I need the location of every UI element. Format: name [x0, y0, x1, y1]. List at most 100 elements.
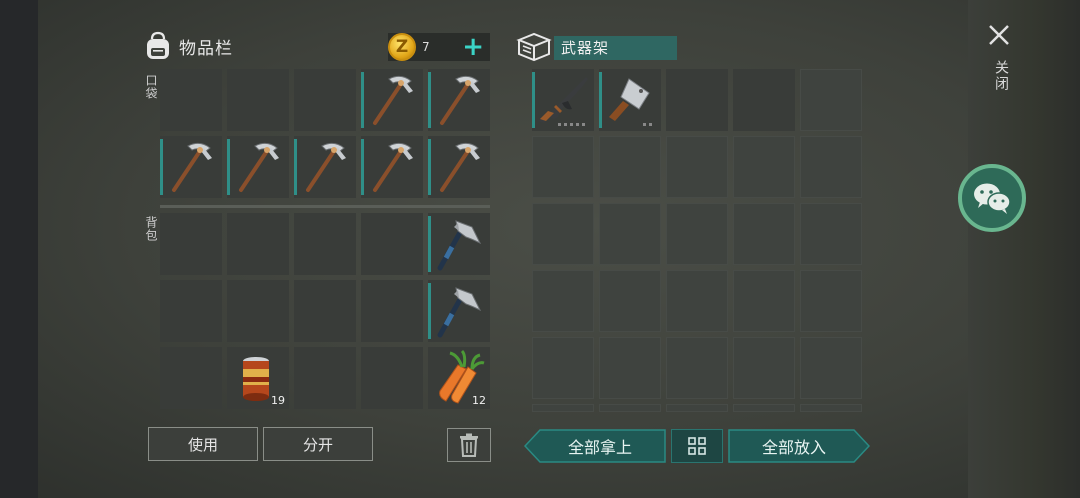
- backpack-grid: 19 12: [160, 213, 490, 409]
- backpack-slot-empty[interactable]: [294, 213, 356, 275]
- pocket-grid: [160, 69, 490, 203]
- crate-icon: [516, 32, 552, 62]
- rack-slot-locked[interactable]: [532, 337, 594, 399]
- backpack-slot-hatchet[interactable]: [428, 213, 490, 275]
- cleaver-icon: [609, 78, 652, 126]
- pickaxe-icon: [239, 142, 279, 192]
- rack-slot-locked[interactable]: [800, 203, 862, 265]
- pocket-slot-pickaxe[interactable]: [361, 136, 423, 198]
- rack-slot-locked[interactable]: [599, 404, 661, 412]
- rack-slot-locked[interactable]: [599, 337, 661, 399]
- rack-slot-locked[interactable]: [733, 136, 795, 198]
- add-coins-button[interactable]: +: [462, 32, 484, 62]
- split-button[interactable]: 分开: [263, 427, 373, 461]
- left-edge: [0, 0, 38, 498]
- close-button[interactable]: [986, 22, 1012, 48]
- hatchet-icon: [437, 287, 482, 338]
- pocket-slot-pickaxe[interactable]: [294, 136, 356, 198]
- sort-button[interactable]: [671, 429, 723, 463]
- rack-slot-locked[interactable]: [599, 136, 661, 198]
- coin-icon: Z: [388, 33, 416, 61]
- pocket-slot-pickaxe[interactable]: [428, 136, 490, 198]
- backpack-slot-empty[interactable]: [361, 280, 423, 342]
- pocket-slot-pickaxe[interactable]: [227, 136, 289, 198]
- hatchet-icon: [437, 220, 482, 271]
- take-all-label: 全部拿上: [567, 438, 632, 457]
- take-all-button[interactable]: 全部拿上: [524, 429, 666, 463]
- backpack-slot-canned-food[interactable]: 19: [227, 347, 289, 409]
- pickaxe-icon: [440, 142, 480, 192]
- rack-slot-locked[interactable]: [800, 69, 862, 131]
- rack-slot-locked[interactable]: [800, 404, 862, 412]
- right-edge-panel: [968, 0, 1080, 498]
- rack-slot-locked[interactable]: [733, 270, 795, 332]
- rack-slot-locked[interactable]: [666, 404, 728, 412]
- pickaxe-icon: [373, 142, 413, 192]
- rack-slot-locked[interactable]: [599, 270, 661, 332]
- backpack-slot-empty[interactable]: [227, 280, 289, 342]
- pocket-slot-pickaxe[interactable]: [160, 136, 222, 198]
- wechat-icon: [974, 183, 1011, 214]
- rack-slot-locked[interactable]: [532, 270, 594, 332]
- backpack-slot-empty[interactable]: [361, 347, 423, 409]
- wechat-share-button[interactable]: [958, 164, 1026, 232]
- pickaxe-icon: [440, 75, 480, 125]
- rack-slot-locked[interactable]: [733, 404, 795, 412]
- rack-slot-assault-rifle[interactable]: [532, 69, 594, 131]
- rack-slot-locked[interactable]: [599, 203, 661, 265]
- pickaxe-icon: [172, 142, 212, 192]
- rack-slot-locked[interactable]: [733, 337, 795, 399]
- pocket-slot-pickaxe[interactable]: [361, 69, 423, 131]
- rack-title: 武器架: [554, 36, 677, 60]
- rack-slot-locked[interactable]: [666, 337, 728, 399]
- rack-slot-empty[interactable]: [733, 69, 795, 131]
- put-all-label: 全部放入: [761, 438, 826, 457]
- trash-icon: [460, 433, 478, 457]
- rack-slot-locked[interactable]: [666, 270, 728, 332]
- inventory-title: 物品栏: [179, 38, 233, 59]
- rack-header: [516, 30, 552, 62]
- rack-slot-empty[interactable]: [666, 69, 728, 131]
- pickaxe-icon: [373, 75, 413, 125]
- backpack-slot-empty[interactable]: [227, 213, 289, 275]
- rack-slot-locked[interactable]: [733, 203, 795, 265]
- section-divider: [160, 205, 490, 208]
- backpack-slot-empty[interactable]: [294, 280, 356, 342]
- coin-balance: Z 7 +: [388, 32, 490, 62]
- rack-slot-locked[interactable]: [532, 203, 594, 265]
- pocket-slot-empty[interactable]: [160, 69, 222, 131]
- rack-slot-locked[interactable]: [800, 270, 862, 332]
- item-quantity: 12: [472, 394, 486, 407]
- rack-grid: [532, 69, 862, 412]
- pocket-slot-empty[interactable]: [227, 69, 289, 131]
- rack-slot-locked[interactable]: [800, 337, 862, 399]
- rack-slot-cleaver[interactable]: [599, 69, 661, 131]
- pocket-slot-empty[interactable]: [294, 69, 356, 131]
- trash-button[interactable]: [447, 428, 491, 462]
- backpack-slot-empty[interactable]: [160, 280, 222, 342]
- put-all-button[interactable]: 全部放入: [728, 429, 870, 463]
- use-button[interactable]: 使用: [148, 427, 258, 461]
- assault-rifle-icon: [538, 77, 588, 126]
- rack-slot-locked[interactable]: [532, 404, 594, 412]
- rack-slot-locked[interactable]: [666, 136, 728, 198]
- rack-slot-locked[interactable]: [532, 136, 594, 198]
- close-icon: [989, 25, 1009, 45]
- coin-count: 7: [422, 40, 430, 54]
- backpack-slot-empty[interactable]: [160, 347, 222, 409]
- backpack-label: 背包: [144, 216, 158, 242]
- backpack-slot-empty[interactable]: [160, 213, 222, 275]
- pickaxe-icon: [306, 142, 346, 192]
- backpack-slot-empty[interactable]: [361, 213, 423, 275]
- grid-sort-icon: [688, 437, 706, 455]
- pocket-label: 口袋: [144, 74, 158, 100]
- rack-slot-locked[interactable]: [800, 136, 862, 198]
- backpack-slot-carrots[interactable]: 12: [428, 347, 490, 409]
- backpack-slot-hatchet[interactable]: [428, 280, 490, 342]
- close-label: 关闭: [993, 60, 1009, 92]
- rack-slot-locked[interactable]: [666, 203, 728, 265]
- pocket-slot-pickaxe[interactable]: [428, 69, 490, 131]
- backpack-icon: [147, 31, 169, 59]
- backpack-slot-empty[interactable]: [294, 347, 356, 409]
- item-quantity: 19: [271, 394, 285, 407]
